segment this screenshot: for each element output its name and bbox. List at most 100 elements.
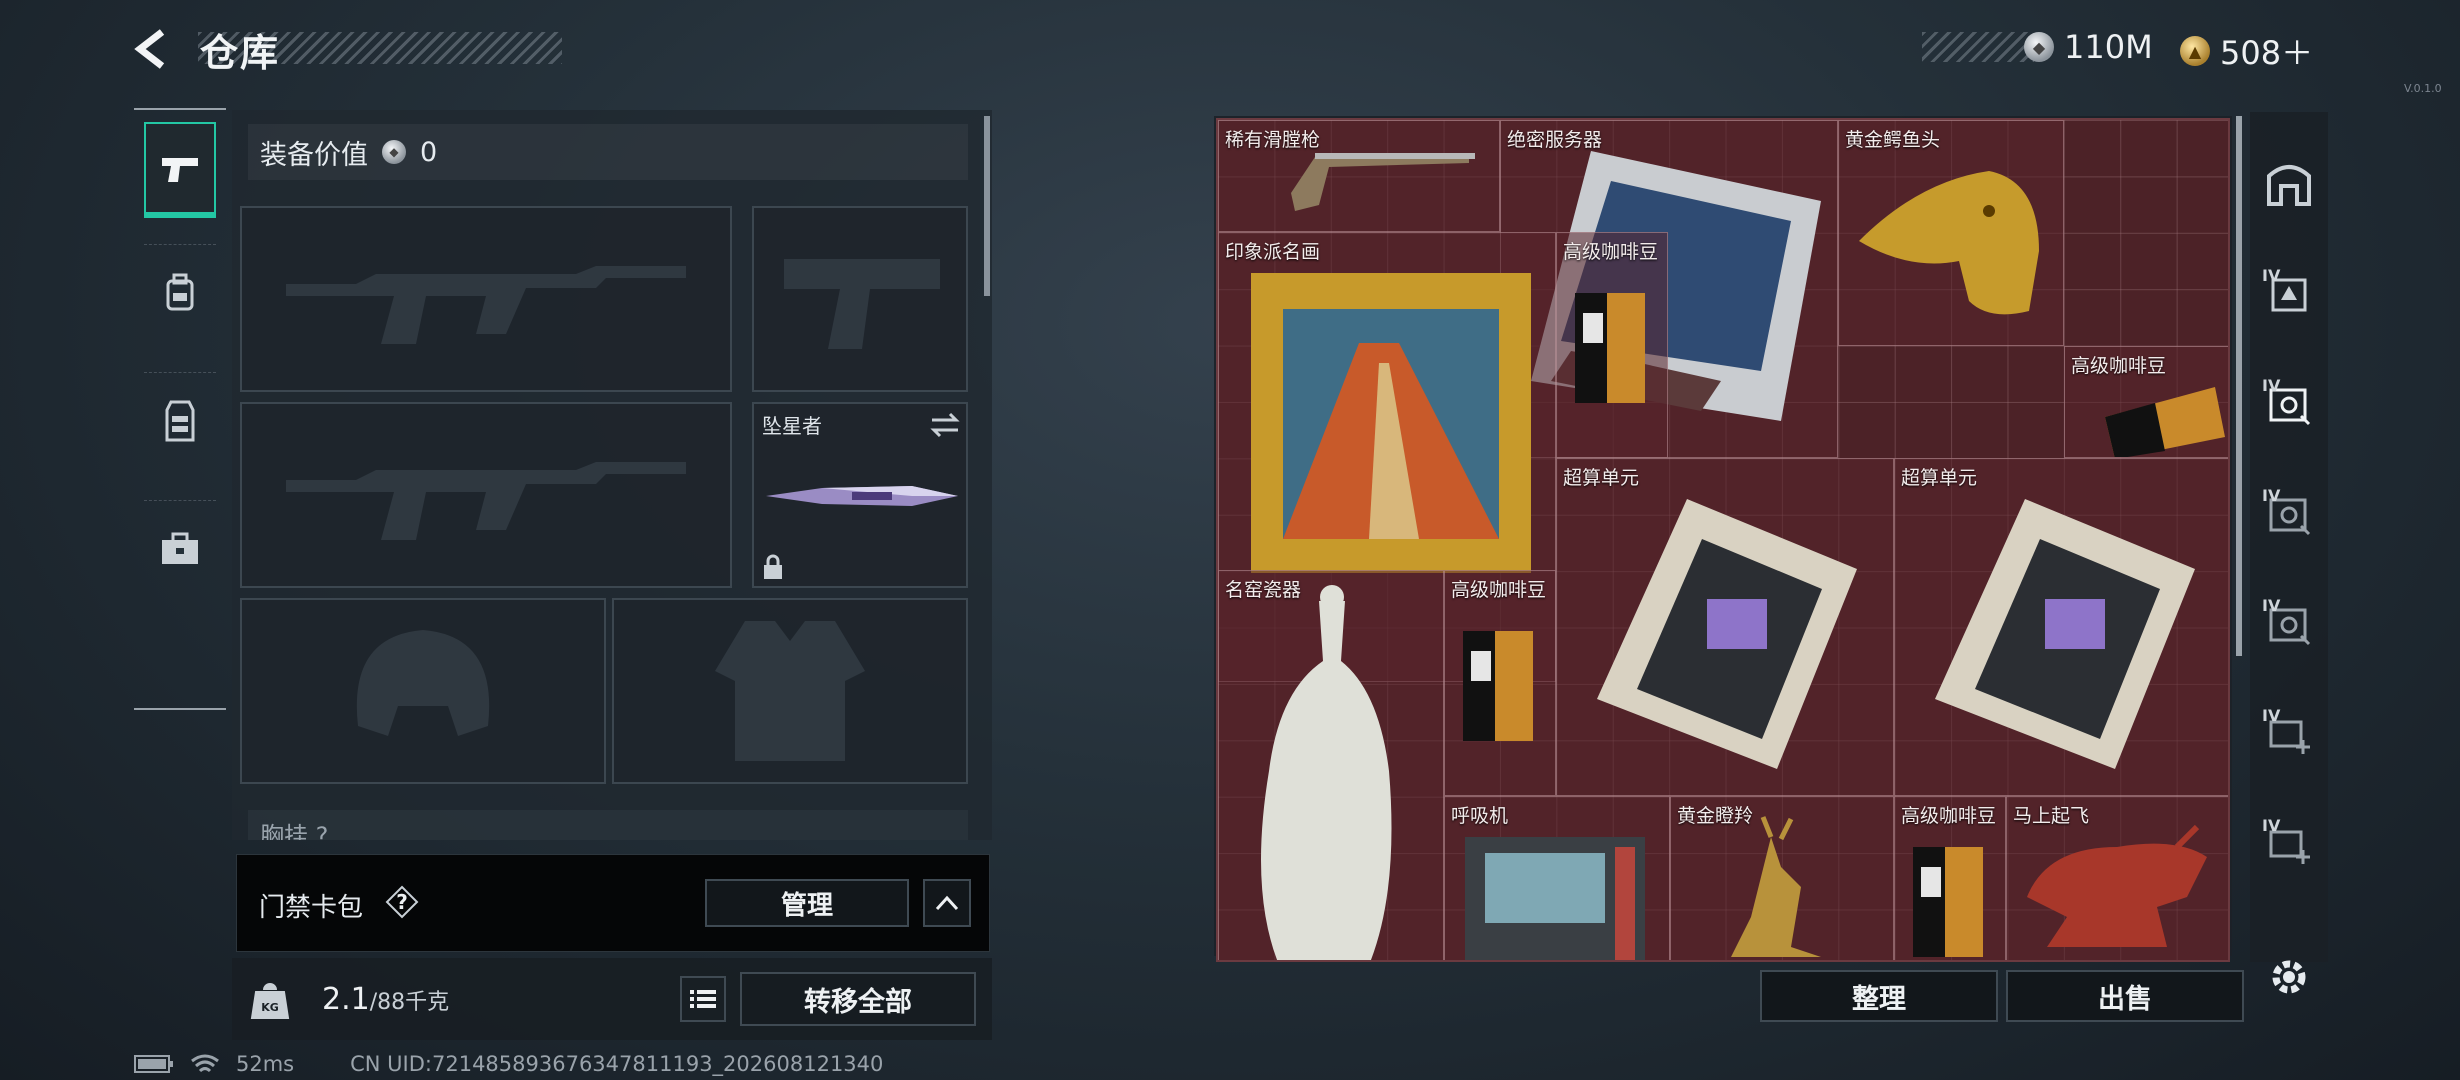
warehouse-scrollbar[interactable] [2236, 116, 2242, 656]
weight-kg-icon: KG [250, 983, 290, 1019]
item-label: 高级咖啡豆 [1901, 805, 1997, 827]
vest-icon [165, 400, 195, 441]
item-supercomputer-2[interactable]: 超算单元 [1894, 458, 2228, 796]
gold-coin-icon: ▲ [2180, 36, 2210, 66]
item-label: 高级咖啡豆 [1451, 579, 1547, 601]
silver-amount: 110M [2064, 28, 2153, 66]
weapon-tab[interactable] [144, 122, 216, 218]
sell-button[interactable]: 出售 [2006, 970, 2244, 1022]
silver-currency: ◆ 110M [2024, 28, 2153, 66]
pistol-icon [162, 158, 198, 182]
backpack-tab[interactable] [144, 244, 216, 340]
warehouse-panel: 稀有滑膛枪 绝密服务器 黄金鳄鱼头 印象派名画 高级咖啡豆 高级咖啡豆 超算单元 [1214, 116, 2232, 962]
silver-coin-icon: ◆ [2024, 32, 2054, 62]
rifle-silhouette-icon [286, 462, 686, 540]
currency-decoration [1922, 32, 2034, 62]
helmet-silhouette-icon [356, 630, 490, 736]
porcelain-vase-icon [1261, 585, 1392, 960]
gold-amount: 508＋ [2220, 34, 2314, 72]
chest-rig-slot-label[interactable]: 胸挂 ? [248, 810, 968, 840]
melee-slot[interactable]: 坠星者 [752, 402, 968, 588]
warehouse-building-icon [2267, 165, 2311, 206]
item-label: 名窑瓷器 [1225, 579, 1302, 601]
equipment-category-sidebar [134, 108, 226, 710]
battery-icon [134, 1055, 173, 1073]
warehouse-grid: 稀有滑膛枪 绝密服务器 黄金鳄鱼头 印象派名画 高级咖啡豆 高级咖啡豆 超算单元 [1216, 118, 2230, 962]
warehouse-tab[interactable] [2250, 132, 2328, 236]
tier-label: IV [2262, 596, 2281, 615]
toolbox-icon [162, 532, 198, 564]
wifi-icon [191, 1054, 219, 1073]
equipment-panel: 装备价值 ◆ 0 坠星者 胸挂 ? [232, 110, 992, 840]
list-icon [690, 990, 716, 1008]
sort-button[interactable]: 整理 [1760, 970, 1998, 1022]
item-respirator[interactable]: 呼吸机 [1444, 796, 1670, 960]
melee-name: 坠星者 [762, 414, 822, 438]
lock-icon [764, 554, 782, 579]
page-tab-2[interactable]: IV [2250, 352, 2328, 456]
tier-label: IV [2262, 376, 2281, 395]
back-button[interactable] [130, 26, 176, 72]
circuit-board-icon [1597, 499, 1857, 769]
item-label: 绝密服务器 [1507, 129, 1603, 151]
weight-max: /88千克 [369, 990, 450, 1015]
gear-icon[interactable] [2266, 954, 2312, 1000]
page-tab-1[interactable]: IV [2250, 242, 2328, 346]
add-page-tab-2[interactable]: IV [2250, 792, 2328, 896]
item-label: 印象派名画 [1225, 241, 1321, 263]
golden-croc-icon [1859, 171, 2039, 315]
expand-toggle-button[interactable] [923, 879, 971, 927]
vest-tab[interactable] [144, 372, 216, 468]
back-arrow-icon [134, 29, 165, 69]
circuit-board-icon [1935, 499, 2195, 769]
helmet-slot[interactable] [240, 598, 606, 784]
item-supercomputer-1[interactable]: 超算单元 [1556, 458, 1894, 796]
item-coffee-1[interactable]: 高级咖啡豆 [1556, 232, 1668, 458]
item-label: 黄金瞪羚 [1677, 805, 1754, 827]
page-tab-4[interactable]: IV [2250, 572, 2328, 676]
coffee-bag-icon [1575, 293, 1645, 403]
coffee-bag-icon [1463, 631, 1533, 741]
help-icon[interactable]: ? [385, 885, 419, 919]
item-label: 呼吸机 [1451, 805, 1509, 827]
svg-text:KG: KG [261, 1001, 279, 1014]
backpack-icon [166, 273, 194, 310]
list-view-button[interactable] [680, 976, 726, 1022]
status-bar: 52ms CN UID:721485893676347811193_202608… [134, 1052, 883, 1076]
item-label: 黄金鳄鱼头 [1845, 129, 1941, 151]
weight-current: 2.1 [322, 982, 370, 1017]
gold-currency[interactable]: ▲ 508＋ [2180, 28, 2313, 74]
pistol-silhouette-icon [784, 259, 940, 349]
knife-icon [766, 486, 958, 506]
add-page-tab-1[interactable]: IV [2250, 682, 2328, 786]
pistol-slot[interactable] [752, 206, 968, 392]
secondary-weapon-slot[interactable] [240, 402, 732, 588]
item-rare-shotgun[interactable]: 稀有滑膛枪 [1218, 120, 1500, 232]
item-coffee-2[interactable]: 高级咖啡豆 [2064, 346, 2228, 458]
swap-icon[interactable] [930, 412, 960, 438]
armor-slot[interactable] [612, 598, 968, 784]
tier-label: IV [2262, 486, 2281, 505]
manage-button[interactable]: 管理 [705, 879, 909, 927]
tier-label: IV [2262, 266, 2281, 285]
silver-coin-icon: ◆ [382, 140, 406, 164]
case-tab[interactable] [144, 500, 216, 596]
item-label: 高级咖啡豆 [2071, 355, 2167, 377]
item-famous-porcelain[interactable]: 名窑瓷器 [1218, 570, 1444, 960]
item-golden-antelope[interactable]: 黄金瞪羚 [1670, 796, 1894, 960]
transfer-all-button[interactable]: 转移全部 [740, 972, 976, 1026]
equipment-scrollbar[interactable] [984, 116, 990, 296]
equipment-value: 0 [420, 136, 438, 168]
item-label: 稀有滑膛枪 [1225, 129, 1321, 151]
item-label: 高级咖啡豆 [1563, 241, 1659, 263]
primary-weapon-slot[interactable] [240, 206, 732, 392]
item-golden-croc[interactable]: 黄金鳄鱼头 [1838, 120, 2064, 346]
weight-bar: KG 2.1/88千克 转移全部 [232, 958, 992, 1040]
ping-readout: 52ms [236, 1052, 295, 1076]
item-coffee-4[interactable]: 高级咖啡豆 [1894, 796, 2006, 960]
warehouse-page-rail: IV IV IV IV IV IV [2250, 112, 2328, 962]
page-tab-3[interactable]: IV [2250, 462, 2328, 566]
tier-label: IV [2262, 706, 2281, 725]
item-horse-statue[interactable]: 马上起飞 [2006, 796, 2228, 960]
item-coffee-3[interactable]: 高级咖啡豆 [1444, 570, 1556, 796]
